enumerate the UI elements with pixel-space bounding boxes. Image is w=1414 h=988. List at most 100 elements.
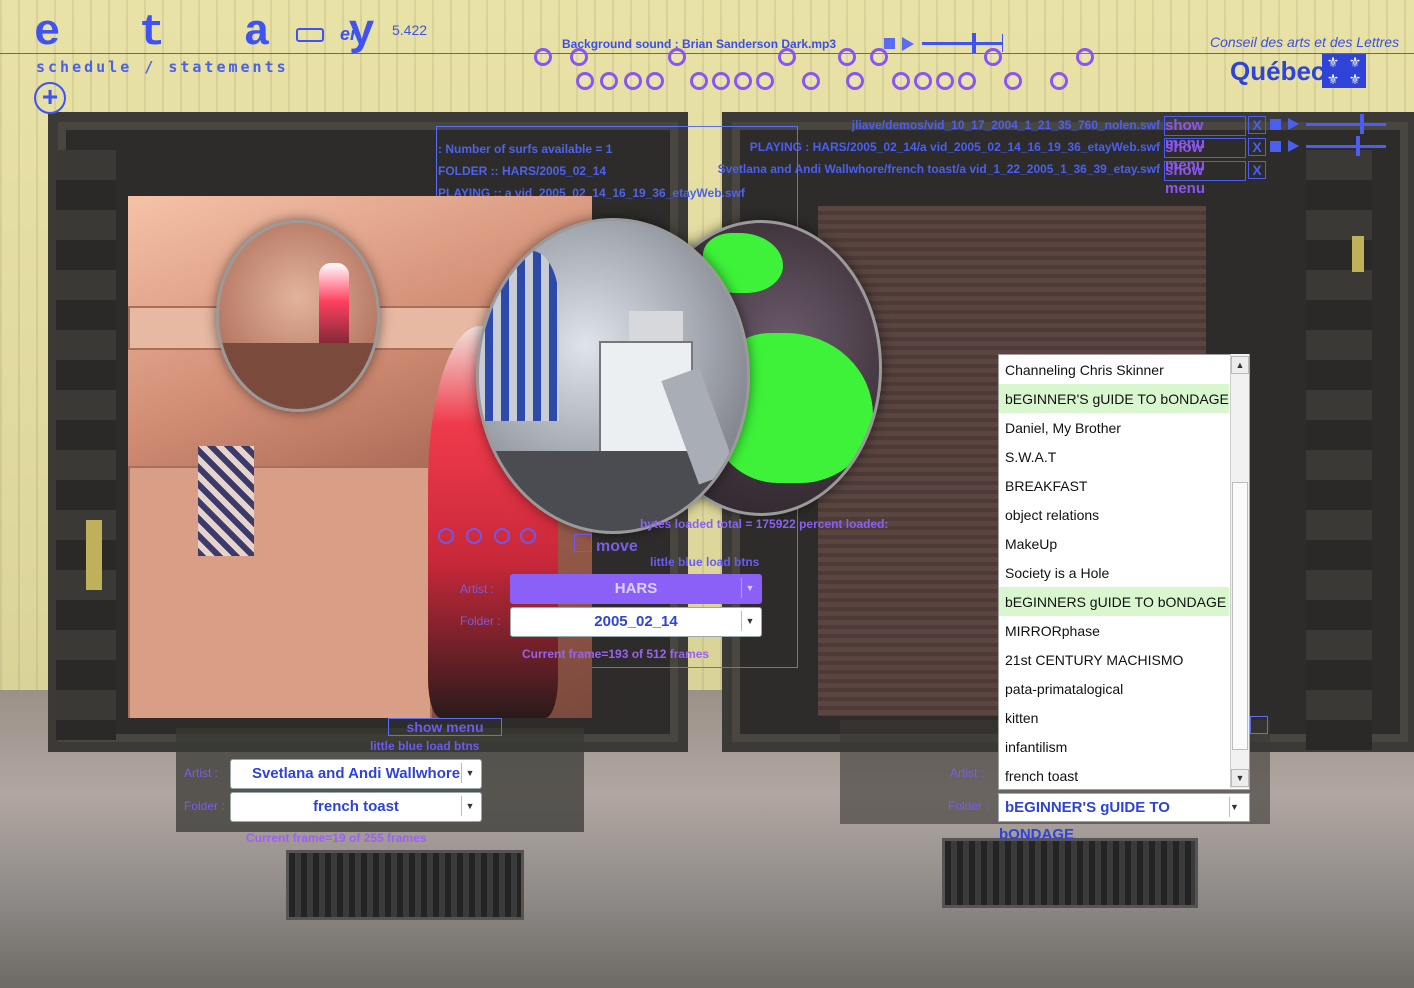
- list-item[interactable]: pata-primatalogical: [1005, 674, 1229, 703]
- chevron-down-icon[interactable]: ▼: [461, 763, 478, 783]
- plus-icon[interactable]: +: [34, 82, 66, 114]
- artist-select[interactable]: HARS ▼: [510, 574, 762, 604]
- schedule-statements-link[interactable]: schedule / statements: [36, 58, 289, 76]
- chevron-down-icon[interactable]: ▼: [461, 796, 478, 816]
- play-icon[interactable]: [1288, 140, 1299, 152]
- load-dot[interactable]: [466, 528, 482, 544]
- show-menu-button[interactable]: show menu: [1164, 161, 1246, 197]
- artist-select-value: Svetlana and Andi Wallwhore: [251, 765, 461, 782]
- nav-dot[interactable]: [712, 72, 730, 90]
- volume-slider-end: [1002, 34, 1003, 52]
- little-blue-load-btns: little blue load btns: [370, 739, 480, 753]
- nav-dot[interactable]: [756, 72, 774, 90]
- play-icon[interactable]: [902, 37, 914, 51]
- fleur-de-lis-icon: ⚜: [1348, 71, 1362, 87]
- nav-dot[interactable]: [668, 48, 686, 66]
- volume-slider-track[interactable]: [1306, 145, 1386, 148]
- close-icon[interactable]: X: [1248, 161, 1266, 179]
- volume-slider-knob[interactable]: [972, 33, 976, 53]
- nav-dot[interactable]: [892, 72, 910, 90]
- nav-dot[interactable]: [936, 72, 954, 90]
- folder-select[interactable]: 2005_02_14 ▼: [510, 607, 762, 637]
- artist-select[interactable]: Svetlana and Andi Wallwhore ▼: [230, 759, 482, 789]
- list-item[interactable]: Channeling Chris Skinner: [1005, 355, 1229, 384]
- list-item[interactable]: BREAKFAST: [1005, 471, 1229, 500]
- nav-dot[interactable]: [846, 72, 864, 90]
- small-toggle-box[interactable]: [1250, 716, 1268, 734]
- nav-dot[interactable]: [778, 48, 796, 66]
- volume-slider-track[interactable]: [922, 42, 1002, 45]
- nav-dot[interactable]: [802, 72, 820, 90]
- chevron-down-icon[interactable]: ▼: [1231, 769, 1249, 787]
- stop-icon[interactable]: [1270, 119, 1281, 130]
- artist-select-value: HARS: [614, 580, 658, 597]
- show-menu-button[interactable]: show menu: [1164, 138, 1246, 174]
- nav-dot[interactable]: [1004, 72, 1022, 90]
- volume-slider-knob[interactable]: [1356, 136, 1360, 156]
- volume-slider-knob[interactable]: [1360, 114, 1364, 134]
- load-dot[interactable]: [520, 528, 536, 544]
- nav-dot[interactable]: [734, 72, 752, 90]
- stop-icon[interactable]: [1270, 141, 1281, 152]
- nav-dot[interactable]: [870, 48, 888, 66]
- folder-info: FOLDER :: HARS/2005_02_14: [438, 164, 607, 178]
- nav-dot[interactable]: [646, 72, 664, 90]
- nav-dot[interactable]: [570, 48, 588, 66]
- kitchen-circle-video[interactable]: [216, 220, 380, 412]
- checked-towel: [198, 446, 254, 556]
- show-menu-button[interactable]: show menu: [388, 718, 502, 736]
- load-dot[interactable]: [438, 528, 454, 544]
- chevron-up-icon[interactable]: ▲: [1231, 356, 1249, 374]
- nav-dot[interactable]: [1076, 48, 1094, 66]
- list-item[interactable]: object relations: [1005, 500, 1229, 529]
- list-item[interactable]: Daniel, My Brother: [1005, 413, 1229, 442]
- list-item[interactable]: MIRRORphase: [1005, 616, 1229, 645]
- folder-dropdown-list[interactable]: Channeling Chris Skinner bEGINNER'S gUID…: [998, 354, 1250, 790]
- folder-select-value: 2005_02_14: [594, 613, 678, 630]
- circle-floor: [219, 343, 377, 409]
- play-icon[interactable]: [1288, 118, 1299, 130]
- nav-dot[interactable]: [576, 72, 594, 90]
- load-dot[interactable]: [494, 528, 510, 544]
- quebec-flag-icon: ⚜ ⚜ ⚜ ⚜: [1322, 54, 1366, 88]
- pillar-stripe: [86, 520, 102, 590]
- chevron-down-icon[interactable]: ▼: [741, 578, 758, 598]
- fleur-de-lis-icon: ⚜: [1326, 54, 1340, 70]
- conseil-label: Conseil des arts et des Lettres: [1210, 34, 1400, 50]
- nav-dot[interactable]: [958, 72, 976, 90]
- list-item[interactable]: 21st CENTURY MACHISMO: [1005, 645, 1229, 674]
- nav-dot[interactable]: [914, 72, 932, 90]
- folder-select[interactable]: bEGINNER'S gUIDE TO bONDAGE ▼: [998, 793, 1250, 843]
- list-item[interactable]: kitten: [1005, 703, 1229, 732]
- list-item[interactable]: infantilism: [1005, 732, 1229, 761]
- list-item[interactable]: bEGINNERS gUIDE TO bONDAGE: [999, 587, 1229, 616]
- list-scrollbar-thumb[interactable]: [1232, 482, 1248, 750]
- nav-dot[interactable]: [624, 72, 642, 90]
- artist-label: Artist :: [950, 766, 985, 780]
- list-item[interactable]: S.W.A.T: [1005, 442, 1229, 471]
- artist-label: Artist :: [184, 766, 219, 780]
- close-icon[interactable]: X: [1248, 138, 1266, 156]
- volume-slider-track[interactable]: [1306, 123, 1386, 126]
- nav-dot[interactable]: [690, 72, 708, 90]
- office-circle-video[interactable]: [476, 218, 750, 534]
- office-monitor: [629, 311, 683, 341]
- list-item[interactable]: Society is a Hole: [1005, 558, 1229, 587]
- list-item[interactable]: MakeUp: [1005, 529, 1229, 558]
- folder-select[interactable]: french toast ▼: [230, 792, 482, 822]
- list-item[interactable]: french toast: [1005, 761, 1229, 790]
- stop-icon[interactable]: [884, 38, 895, 49]
- nav-dot[interactable]: [838, 48, 856, 66]
- pillar-stripe: [1352, 236, 1364, 272]
- move-label: move: [596, 538, 638, 555]
- chevron-down-icon[interactable]: ▼: [741, 611, 758, 631]
- nav-dot[interactable]: [1050, 72, 1068, 90]
- show-menu-button[interactable]: show menu: [1164, 116, 1246, 152]
- nav-dot[interactable]: [600, 72, 618, 90]
- chevron-down-icon[interactable]: ▼: [1229, 797, 1246, 817]
- close-icon[interactable]: X: [1248, 116, 1266, 134]
- move-checkbox[interactable]: [574, 534, 592, 552]
- nav-dot[interactable]: [984, 48, 1002, 66]
- nav-dot[interactable]: [534, 48, 552, 66]
- list-item[interactable]: bEGINNER'S gUIDE TO bONDAGE: [999, 384, 1229, 413]
